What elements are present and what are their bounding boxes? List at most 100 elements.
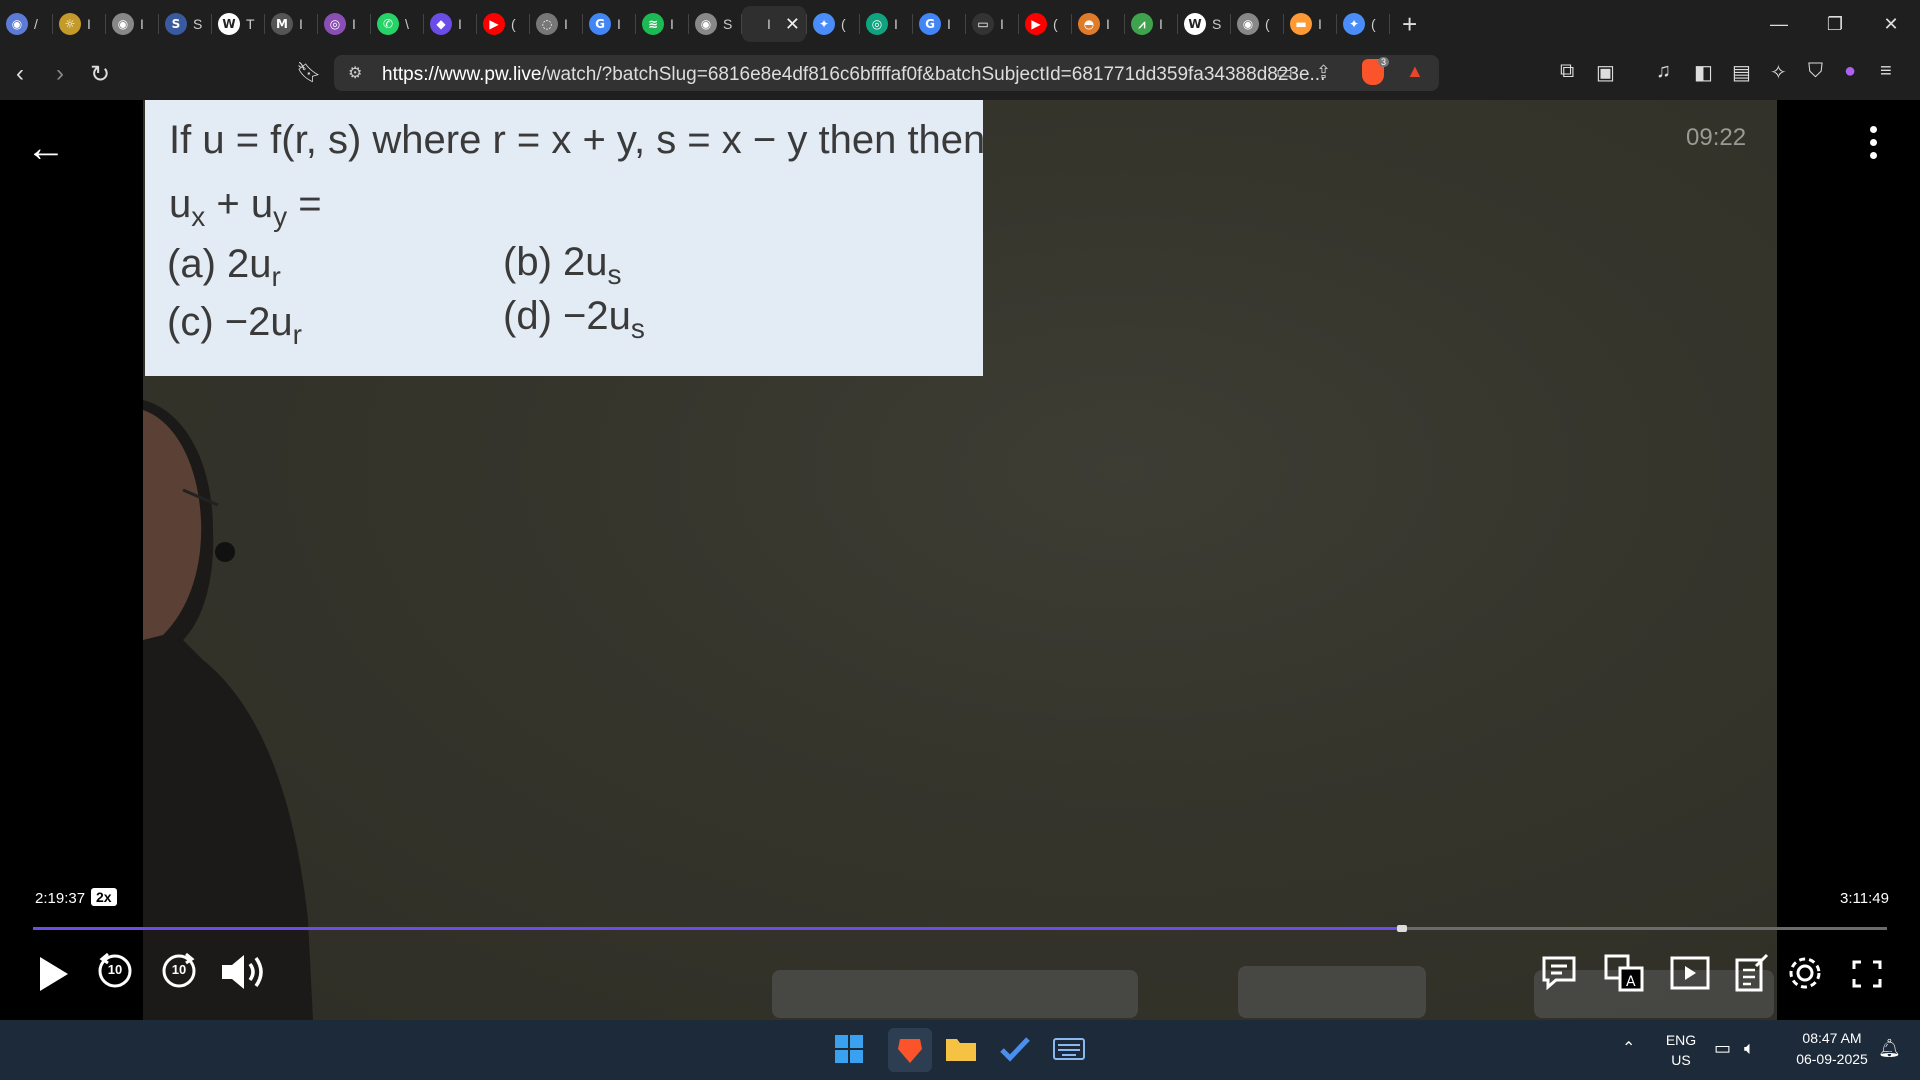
new-tab-icon[interactable]: +: [1402, 9, 1417, 40]
site-settings-icon[interactable]: ⚙: [348, 63, 362, 83]
settings-icon[interactable]: [1786, 954, 1824, 992]
extensions-icon[interactable]: ⧉: [1560, 60, 1574, 83]
tray-date[interactable]: 06-09-2025: [1784, 1051, 1880, 1067]
circle-icon: ◌: [536, 13, 558, 35]
url-host: https://www.pw.live: [382, 64, 542, 85]
forward-button[interactable]: ›: [56, 60, 64, 88]
back-button[interactable]: ‹: [16, 60, 24, 88]
vpn-icon[interactable]: ⛉: [1808, 60, 1823, 83]
browser-tab[interactable]: SS: [159, 6, 211, 42]
browser-tab[interactable]: ✦(: [1337, 6, 1389, 42]
browser-tab[interactable]: I ✕: [742, 6, 806, 42]
brain-icon: ◎: [324, 13, 346, 35]
seek-bar[interactable]: [33, 925, 1887, 932]
network-icon[interactable]: ▭: [1714, 1038, 1731, 1059]
option-a: (a) 2ur: [167, 242, 281, 293]
back-arrow-icon[interactable]: ←: [26, 126, 66, 171]
rewind-10-button[interactable]: 10: [96, 950, 134, 988]
speaker-icon[interactable]: 🔈︎: [1744, 1038, 1755, 1059]
address-bar[interactable]: ⚙ https://www.pw.live/watch/?batchSlug=6…: [334, 55, 1439, 91]
youtube-icon: ▶: [1025, 13, 1047, 35]
browser-tab[interactable]: GI: [583, 6, 635, 42]
browser-tab[interactable]: ✆ \: [371, 6, 423, 42]
chatgpt-icon: ◎: [866, 13, 888, 35]
close-window-button[interactable]: ✕: [1862, 0, 1920, 48]
browser-tab[interactable]: ☼ I: [53, 6, 105, 42]
browser-tab[interactable]: ◓ I: [1072, 6, 1124, 42]
todo-button[interactable]: [998, 1032, 1032, 1066]
chat-icon[interactable]: [1540, 954, 1578, 992]
profile-icon[interactable]: ●: [1844, 60, 1856, 83]
brave-rewards-icon[interactable]: ▲: [1406, 61, 1424, 82]
flag-icon: ▬: [1290, 13, 1312, 35]
share-icon[interactable]: ⇪: [1316, 62, 1331, 83]
tray-time[interactable]: 08:47 AM: [1784, 1030, 1880, 1046]
leo-ai-icon[interactable]: ✧: [1770, 60, 1787, 85]
browser-tab[interactable]: ◉ /: [0, 6, 52, 42]
close-tab-icon[interactable]: ✕: [785, 14, 800, 35]
chevron-right-icon: ›: [56, 60, 64, 87]
browser-tab[interactable]: ◉ I: [106, 6, 158, 42]
browser-tab[interactable]: ◉(: [1231, 6, 1283, 42]
mini-player-icon[interactable]: [1670, 956, 1710, 990]
tray-chevron-icon[interactable]: ⌃: [1622, 1038, 1635, 1058]
browser-tab[interactable]: ◉ S: [689, 6, 741, 42]
browser-tab[interactable]: ◎ I: [318, 6, 370, 42]
question-line-2: ux + uy =: [169, 182, 322, 233]
speed-badge[interactable]: 2x: [91, 888, 117, 906]
browser-tab[interactable]: WT: [212, 6, 264, 42]
browser-tab[interactable]: GI: [913, 6, 965, 42]
browser-toolbar: ‹ › ↻ 🔖︎ ⚙ https://www.pw.live/watch/?ba…: [0, 48, 1920, 101]
play-icon[interactable]: [36, 954, 72, 994]
browser-tab[interactable]: ▬ I: [1284, 6, 1336, 42]
file-explorer-button[interactable]: [944, 1032, 978, 1066]
browser-tab[interactable]: MI: [265, 6, 317, 42]
tab-title: T: [246, 16, 255, 32]
chart-icon: ⩘: [1131, 13, 1153, 35]
browser-tab[interactable]: ▭ I: [966, 6, 1018, 42]
tab-title: I: [1318, 16, 1322, 32]
wallet-icon[interactable]: ▤: [1732, 60, 1751, 85]
browser-tab[interactable]: ⩘ I: [1125, 6, 1177, 42]
browser-tab[interactable]: ▶(: [1019, 6, 1071, 42]
more-options-icon[interactable]: [1870, 126, 1877, 165]
browser-tab[interactable]: ◌ I: [530, 6, 582, 42]
translate-icon[interactable]: A: [1604, 954, 1644, 992]
tab-title: I: [564, 16, 568, 32]
browser-tab[interactable]: ≋ I: [636, 6, 688, 42]
sidebar-icon[interactable]: ◧: [1694, 60, 1713, 85]
fullscreen-icon[interactable]: [1852, 960, 1882, 988]
reload-button[interactable]: ↻: [90, 60, 110, 89]
menu-icon[interactable]: ≡: [1880, 60, 1892, 83]
volume-icon[interactable]: [220, 952, 266, 992]
gemini-icon: ✦: [813, 13, 835, 35]
brave-taskbar-button[interactable]: [888, 1028, 932, 1072]
tab-title: S: [1212, 16, 1222, 32]
language-bottom[interactable]: US: [1662, 1052, 1700, 1068]
browser-tab[interactable]: ▶(: [477, 6, 529, 42]
tab-title: I: [670, 16, 674, 32]
restore-button[interactable]: ❐: [1806, 0, 1864, 48]
url-text[interactable]: https://www.pw.live/watch/?batchSlug=681…: [382, 64, 1325, 86]
reader-icon[interactable]: ▣: [1596, 60, 1615, 85]
tab-title: (: [1265, 16, 1270, 32]
media-icon[interactable]: ♫: [1656, 60, 1671, 83]
keyboard-button[interactable]: [1052, 1032, 1086, 1066]
language-top[interactable]: ENG: [1662, 1032, 1700, 1048]
start-button[interactable]: [832, 1032, 866, 1066]
notes-icon[interactable]: [1734, 952, 1770, 992]
bookmark-icon: 🔖︎: [296, 62, 322, 84]
seek-bar-thumb[interactable]: [1396, 925, 1407, 932]
minimize-button[interactable]: —: [1750, 0, 1808, 48]
browser-tab[interactable]: ◎ I: [860, 6, 912, 42]
notification-bell-icon[interactable]: 🔔︎: [1878, 1038, 1901, 1059]
tab-title: I: [299, 16, 303, 32]
forward-10-button[interactable]: 10: [160, 950, 198, 988]
cast-icon[interactable]: ▭: [1276, 62, 1293, 83]
browser-tab[interactable]: ◆ I: [424, 6, 476, 42]
browser-tab[interactable]: ✦(: [807, 6, 859, 42]
tab-title: I: [458, 16, 462, 32]
browser-tab[interactable]: WS: [1178, 6, 1230, 42]
video-player[interactable]: If u = f(r, s) where r = x + y, s = x − …: [0, 100, 1920, 1020]
bookmark-button[interactable]: 🔖︎: [296, 60, 321, 85]
